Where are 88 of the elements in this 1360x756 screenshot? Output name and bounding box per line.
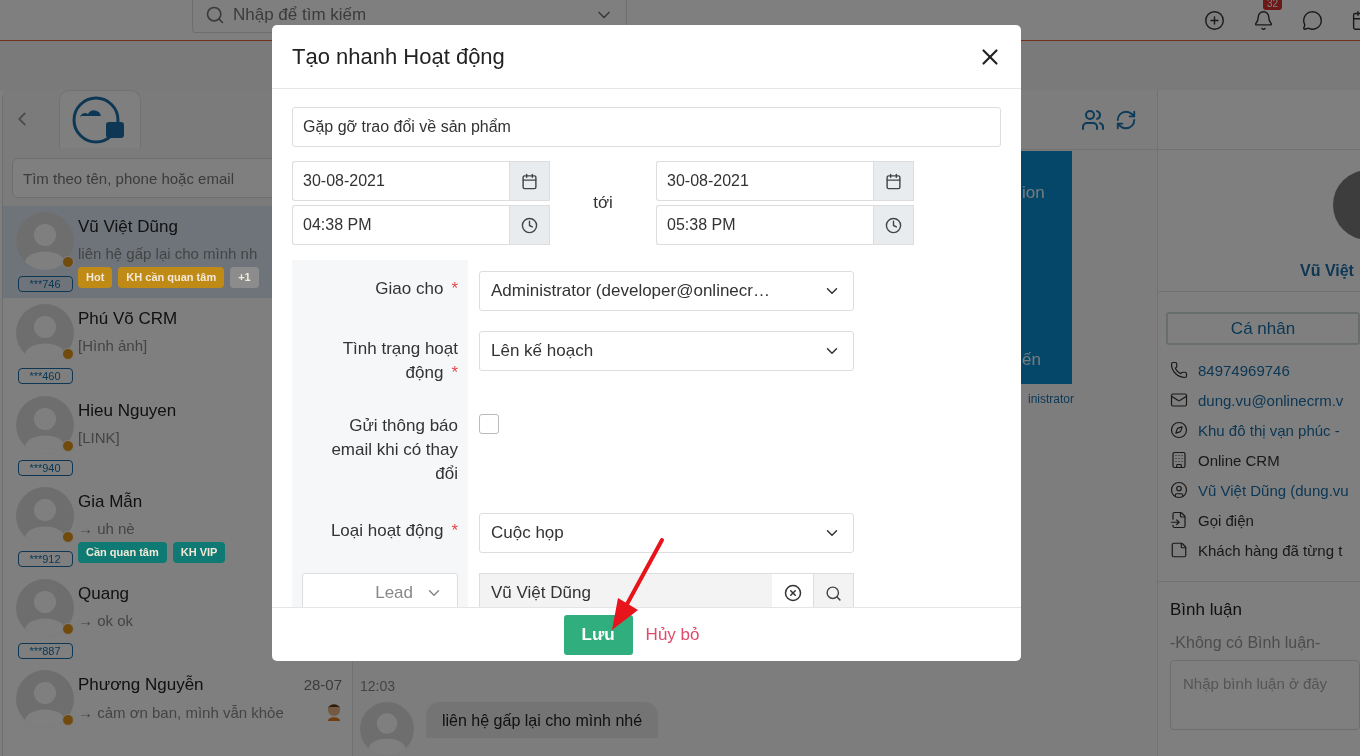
avatar-silhouette — [16, 212, 74, 271]
clock-addon[interactable] — [509, 205, 550, 245]
message-preview: → cảm ơn ban, mình vẫn khỏe — [78, 703, 284, 721]
clock-icon — [885, 216, 902, 234]
modal-title: Tạo nhanh Hoạt động — [292, 43, 505, 70]
code-tag: ***887 — [17, 642, 73, 659]
card-text: ion — [1022, 183, 1046, 203]
avatar-silhouette — [16, 487, 74, 546]
message-preview: → uh nè — [78, 520, 135, 538]
avatar-silhouette — [16, 670, 74, 729]
contact-name: Gia Mẫn — [78, 492, 143, 513]
message-preview: [Hình ảnh] — [78, 337, 148, 354]
checkbox[interactable] — [479, 414, 499, 434]
cancel-link[interactable]: Hủy bỏ — [645, 624, 700, 645]
calendar-addon[interactable] — [873, 161, 914, 201]
search-icon — [205, 4, 225, 25]
calendar-icon — [885, 172, 902, 190]
detail-text: Gọi điện — [1198, 511, 1254, 529]
detail-text: Khách hàng đã từng t — [1198, 541, 1343, 559]
user-circle-icon — [1170, 481, 1188, 499]
search-icon — [825, 584, 842, 602]
lookup-field[interactable]: Vũ Việt Dũng — [479, 573, 772, 607]
clock-addon[interactable] — [873, 205, 914, 245]
detail-link[interactable]: Vũ Việt Dũng (dung.vu — [1198, 481, 1349, 499]
detail-link[interactable]: Khu đô thị vạn phúc - — [1198, 421, 1340, 439]
contact-tag: KH cần quan tâm — [118, 267, 225, 289]
card-text: ến — [1022, 350, 1042, 370]
contact-name: Phương Nguyễn — [78, 675, 204, 696]
file-import-icon — [1170, 511, 1188, 529]
search-button[interactable] — [813, 573, 854, 607]
time-field[interactable]: 05:38 PM — [656, 205, 873, 245]
building-icon — [1170, 451, 1188, 469]
note-icon — [1170, 541, 1188, 559]
clock-icon — [521, 216, 538, 234]
message-preview: [LINK] — [78, 428, 120, 446]
calendar-icon — [521, 172, 538, 190]
avatar-silhouette — [16, 395, 74, 454]
time-field[interactable]: 04:38 PM — [292, 205, 509, 245]
phone-icon — [1170, 361, 1188, 379]
person-emoji-icon — [326, 703, 342, 722]
code-tag: ***746 — [17, 276, 73, 293]
range-separator: tới — [592, 193, 614, 213]
date-field[interactable]: 30-08-2021 — [656, 161, 873, 201]
detail-link[interactable]: dung.vu@onlinecrm.v — [1198, 391, 1344, 409]
contact-name: Hieu Nguyen — [78, 400, 177, 421]
code-tag: ***912 — [17, 551, 73, 568]
chat-icon[interactable] — [1302, 9, 1323, 31]
code-tag: ***940 — [17, 459, 73, 476]
mail-icon — [1170, 391, 1188, 409]
contact-name: Phú Võ CRM — [78, 309, 178, 329]
contact-tag: KH VIP — [172, 542, 226, 564]
select-field[interactable]: Lên kế hoạch — [479, 331, 854, 371]
contact-tag: Hot — [78, 267, 113, 289]
avatar-silhouette — [16, 304, 74, 362]
detail-text: Online CRM — [1198, 451, 1280, 469]
message-time: 12:03 — [360, 678, 397, 694]
message-bubble: liên hệ gấp lại cho mình nhé — [426, 702, 659, 738]
card-caption: inistrator — [1028, 392, 1074, 406]
module-select[interactable]: Lead — [302, 573, 458, 607]
contact-tag: +1 — [230, 267, 259, 289]
message-preview: → ok ok — [78, 611, 134, 629]
people-icon[interactable] — [1081, 107, 1105, 132]
avatar-silhouette — [16, 578, 74, 637]
contact-name: Quang — [78, 583, 130, 604]
add-icon[interactable] — [1204, 9, 1225, 31]
status-dot — [62, 256, 74, 269]
save-button[interactable]: Lưu — [563, 614, 633, 655]
contact-tag: Cần quan tâm — [78, 542, 167, 564]
bell-icon[interactable] — [1253, 9, 1274, 31]
status-dot — [62, 531, 74, 544]
contact-time: 28-07 — [303, 676, 342, 694]
select-field[interactable]: Cuộc họp — [479, 513, 854, 553]
select-field[interactable]: Administrator (developer@onlinecr… — [479, 271, 854, 311]
field-label: Giao cho * — [375, 279, 458, 298]
notification-badge: 32 — [1263, 0, 1283, 10]
profile-tab[interactable]: Cá nhân — [1166, 312, 1360, 345]
status-dot — [62, 714, 74, 727]
comments-title: Bình luận — [1170, 600, 1243, 620]
contact-name: Vũ Việt Dũng — [78, 217, 178, 238]
profile-name: Vũ Việt — [1299, 262, 1355, 280]
calendar-addon[interactable] — [509, 161, 550, 201]
refresh-icon[interactable] — [1115, 108, 1137, 131]
detail-link[interactable]: 84974969746 — [1198, 361, 1290, 379]
subject-field[interactable]: Gặp gỡ trao đổi về sản phẩm — [292, 107, 1001, 147]
code-tag: ***460 — [17, 368, 73, 384]
date-field[interactable]: 30-08-2021 — [292, 161, 509, 201]
compass-icon — [1170, 421, 1188, 439]
clear-icon — [783, 584, 802, 602]
